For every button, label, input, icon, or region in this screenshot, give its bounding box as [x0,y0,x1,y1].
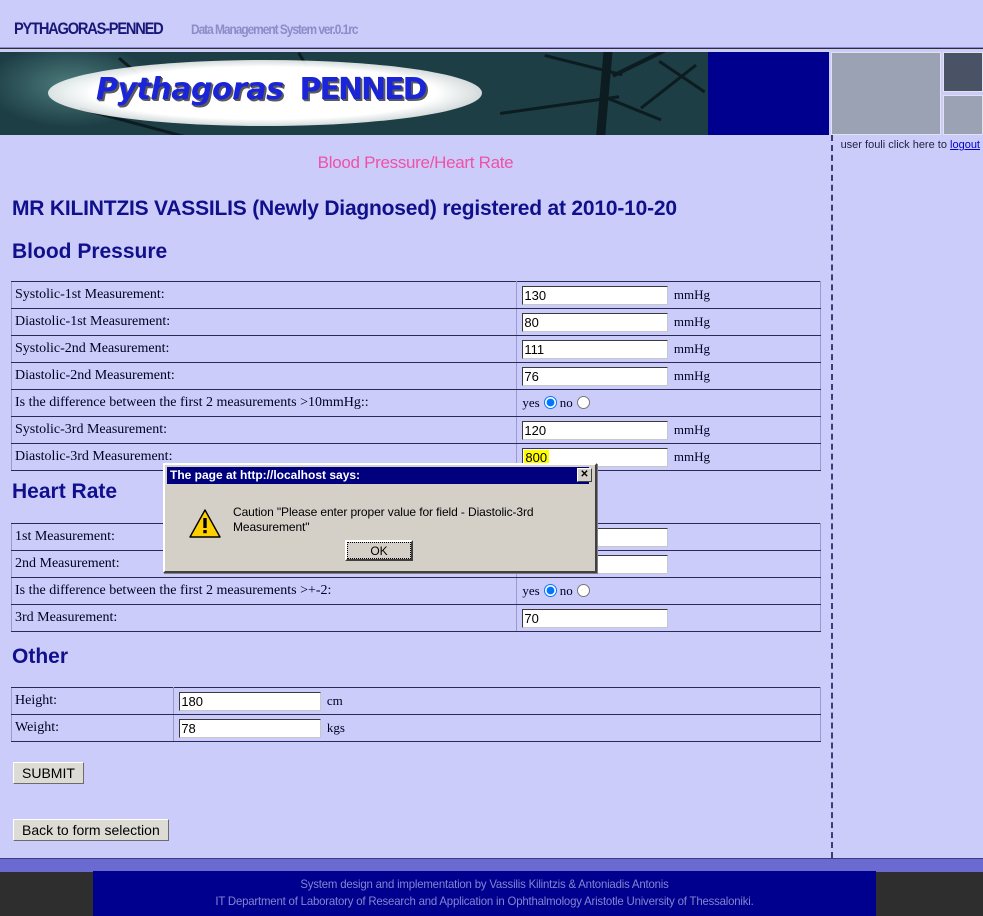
systolic-3rd-input[interactable] [522,420,669,440]
row-value: mmHg [516,335,821,363]
hr-3rd-input[interactable] [522,608,669,628]
row-value: cm [173,687,821,715]
row-label: 3rd Measurement: [10,604,518,632]
row-label: Height: [10,687,175,715]
section-heading-other: Other [12,645,69,668]
systolic-1st-input[interactable] [522,285,669,305]
alert-dialog: The page at http://localhost says: ✕ Cau… [163,463,597,573]
row-unit: kgs [326,720,345,735]
browser-page: PYTHAGORAS-PENNED Data Management System … [0,0,983,916]
row-label: Is the difference between the first 2 me… [10,577,518,605]
close-icon[interactable]: ✕ [577,468,592,482]
banner-gray-block-1 [831,52,941,135]
row-label: Systolic-3rd Measurement: [10,416,518,444]
patient-header: MR KILINTZIS VASSILIS (Newly Diagnosed) … [12,197,677,220]
table-row: Is the difference between the first 2 me… [10,577,821,605]
row-value: yes no [516,577,821,605]
dialog-ok-button[interactable]: OK [345,540,413,561]
radio-yes-label: yes [522,394,540,410]
warning-triangle-icon [189,509,221,538]
footer-line-1: System design and implementation by Vass… [300,877,669,891]
row-value: yes no [516,389,821,417]
row-value: mmHg [516,308,821,336]
bp-diff-no-radio[interactable] [576,396,590,410]
table-row: Systolic-1st Measurement: mmHg [10,281,821,309]
weight-input[interactable] [179,718,322,738]
hr-diff-no-radio[interactable] [576,584,590,598]
branch-decor [595,52,613,135]
dialog-message: Caution "Please enter proper value for f… [233,505,534,534]
row-label: Diastolic-1st Measurement: [10,308,518,336]
row-label: Weight: [10,714,175,742]
height-input[interactable] [179,691,322,711]
table-row: Is the difference between the first 2 me… [10,389,821,417]
radio-no-label: no [559,394,573,410]
banner-gray-block-2 [943,52,983,92]
table-row: Diastolic-1st Measurement: mmHg [10,308,821,336]
banner-photo: Pythagoras PENNED [0,52,708,135]
other-table: Height: cm Weight: kgs [10,687,821,742]
back-to-form-selection-button[interactable]: Back to form selection [13,819,169,841]
row-unit: mmHg [673,422,710,437]
app-subtitle: Data Management System ver.0.1rc [190,21,358,37]
app-title-group: PYTHAGORAS-PENNED Data Management System … [14,19,387,39]
site-banner: Pythagoras PENNED [0,49,983,135]
footer-line-2: IT Department of Laboratory of Research … [215,894,754,908]
logo-word-penned: PENNED [299,72,427,107]
systolic-2nd-input[interactable] [522,339,669,359]
table-row: Weight: kgs [10,714,821,742]
row-value [516,604,821,632]
section-heading-blood-pressure: Blood Pressure [12,240,168,263]
row-value: mmHg [516,362,821,390]
row-unit: mmHg [673,287,710,302]
row-value: mmHg [516,416,821,444]
content-right-divider [831,135,833,858]
app-title-strip: PYTHAGORAS-PENNED Data Management System … [0,0,983,48]
branch-decor [640,63,698,110]
dialog-title: The page at http://localhost says: [167,467,589,484]
row-label: Diastolic-2nd Measurement: [10,362,518,390]
page-footer: System design and implementation by Vass… [93,871,876,916]
submit-button[interactable]: SUBMIT [13,762,84,784]
row-value: mmHg [516,281,821,309]
dialog-body: Caution "Please enter proper value for f… [165,487,595,571]
blood-pressure-table: Systolic-1st Measurement: mmHg Diastolic… [10,281,821,471]
site-logo-text: Pythagoras PENNED [96,72,476,107]
row-unit: mmHg [673,368,710,383]
logo-word-pythagoras: Pythagoras [96,72,284,107]
logout-link[interactable]: logout [950,139,980,151]
table-row: Diastolic-2nd Measurement: mmHg [10,362,821,390]
row-unit: mmHg [673,341,710,356]
session-bar: user fouli click here to logout [841,139,980,151]
row-label: Systolic-1st Measurement: [10,281,518,309]
hr-diff-yes-radio[interactable] [543,584,557,598]
banner-navy-block [708,52,829,135]
section-heading-heart-rate: Heart Rate [12,480,118,503]
table-row: Systolic-3rd Measurement: mmHg [10,416,821,444]
diastolic-1st-input[interactable] [522,312,669,332]
table-row: 3rd Measurement: [10,604,821,632]
footer-accent-band [0,858,983,872]
row-label: Is the difference between the first 2 me… [10,389,518,417]
row-value: kgs [173,714,821,742]
radio-yes-label: yes [522,582,540,598]
table-row: Height: cm [10,687,821,715]
session-user-text: user fouli click here to [840,139,947,151]
table-row: Systolic-2nd Measurement: mmHg [10,335,821,363]
radio-no-label: no [559,582,573,598]
bp-diff-yes-radio[interactable] [543,396,557,410]
row-unit: mmHg [673,449,710,464]
diastolic-2nd-input[interactable] [522,366,669,386]
banner-gray-block-3 [943,95,983,135]
app-name: PYTHAGORAS-PENNED [14,19,164,38]
row-label: Systolic-2nd Measurement: [10,335,518,363]
row-unit: cm [326,693,343,708]
row-unit: mmHg [673,314,710,329]
page-title: Blood Pressure/Heart Rate [317,153,514,172]
